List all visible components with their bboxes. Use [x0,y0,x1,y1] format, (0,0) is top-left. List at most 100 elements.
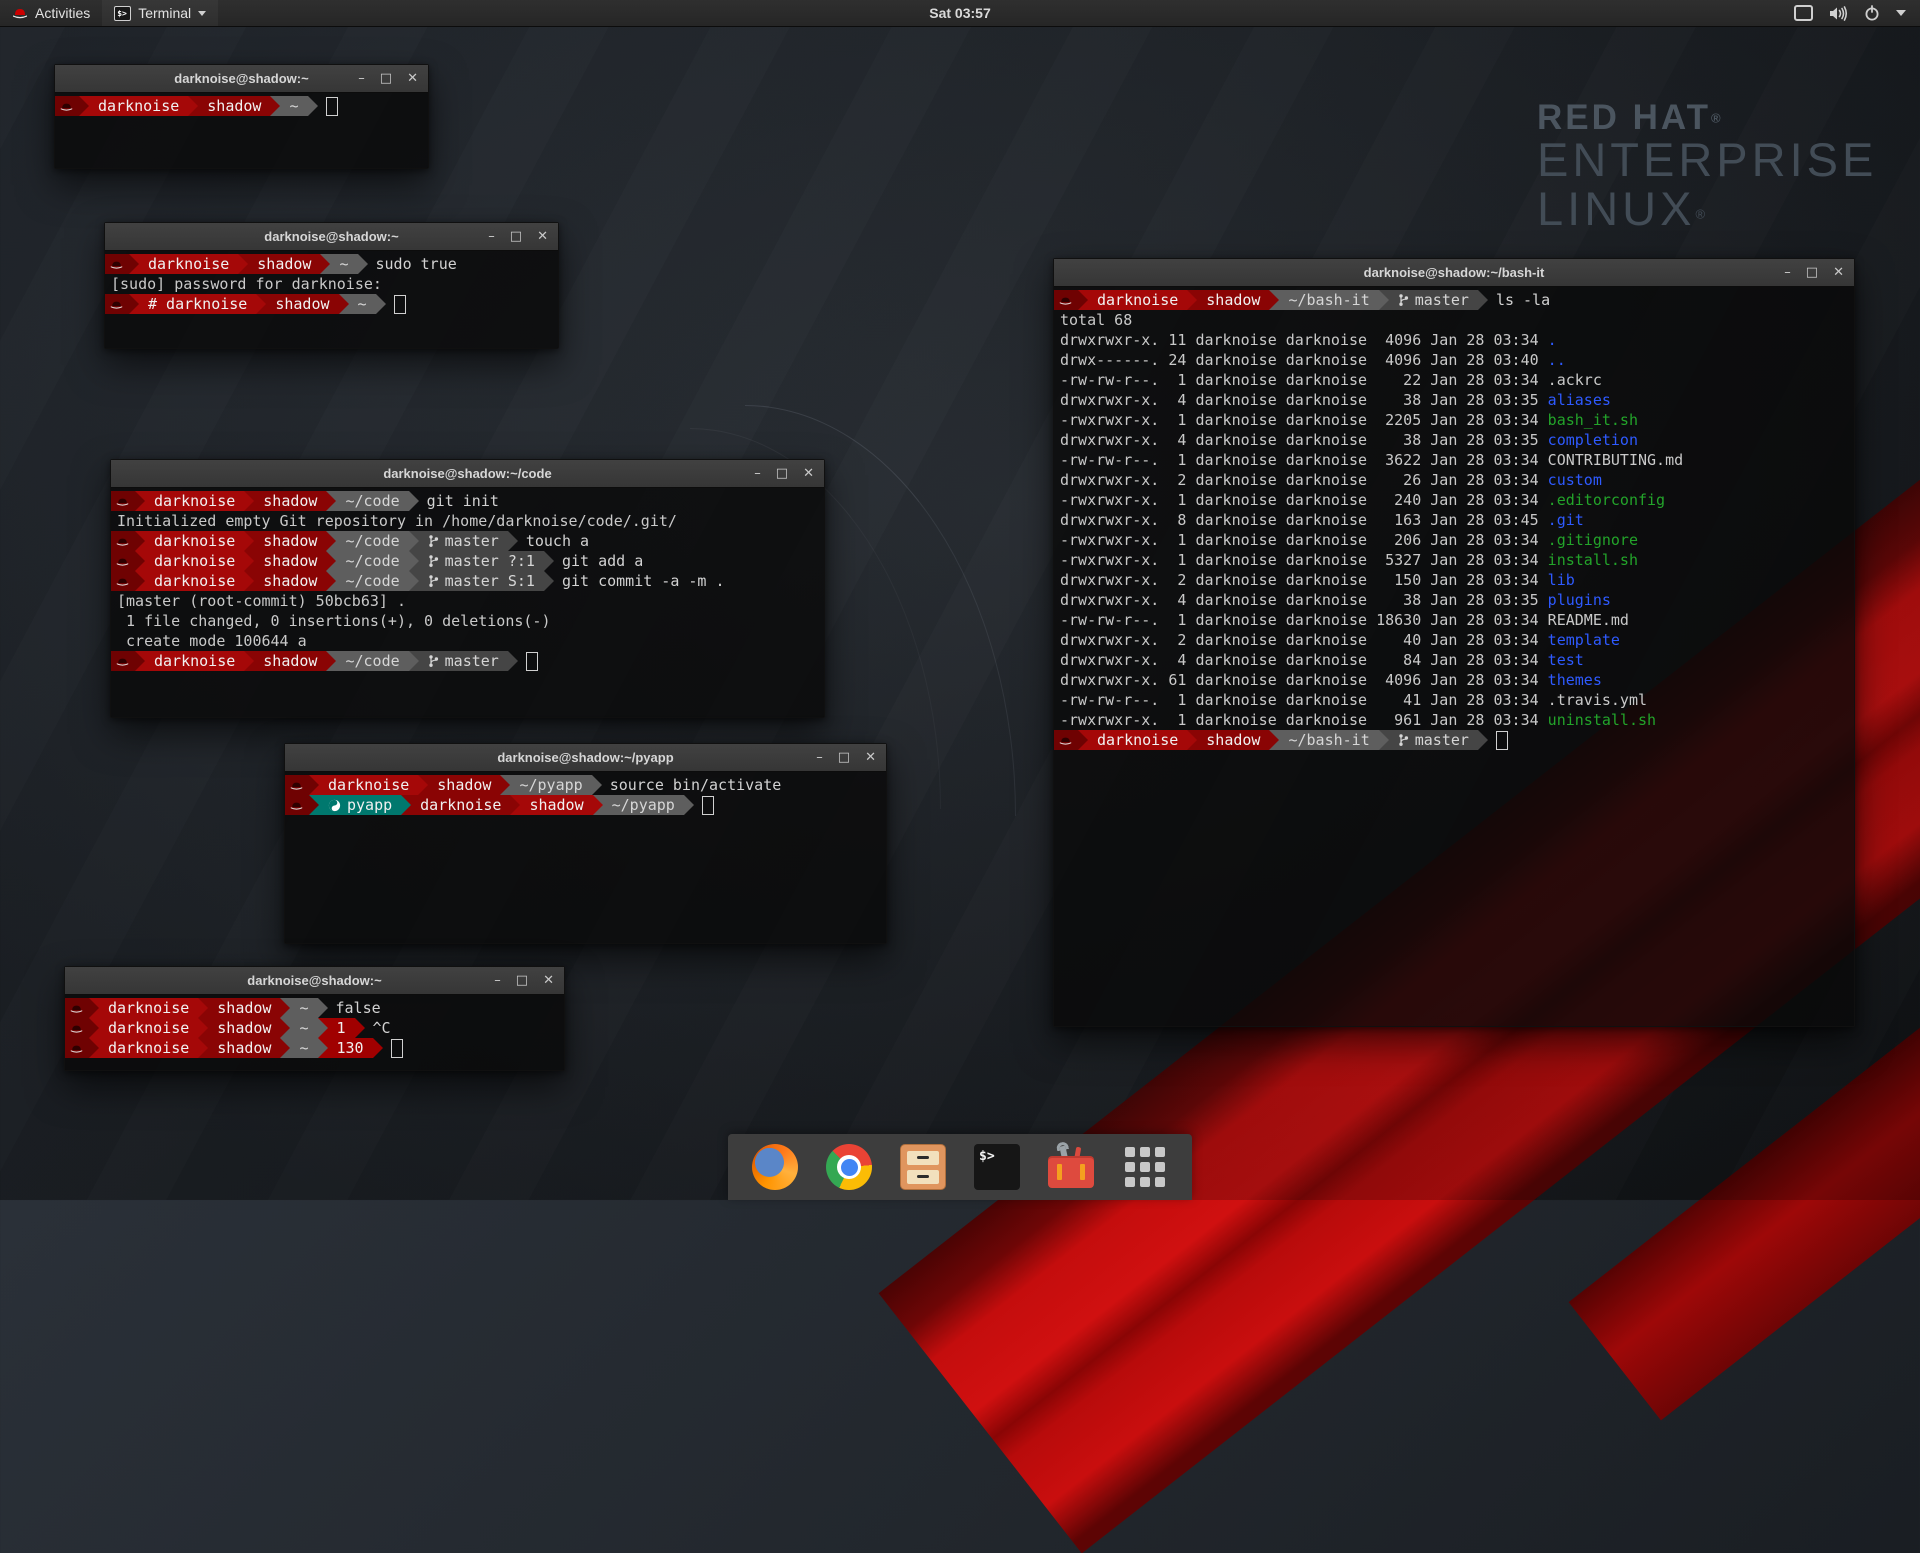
powerline-separator [135,491,145,511]
titlebar[interactable]: darknoise@shadow:~ –□✕ [65,967,564,995]
terminal-icon[interactable]: $> [974,1144,1020,1190]
chrome-icon[interactable] [826,1144,872,1190]
git-branch-icon [428,654,439,668]
files-icon[interactable] [900,1144,946,1190]
close-button[interactable]: ✕ [407,72,418,85]
terminal-content[interactable]: darknoiseshadow~ [55,92,428,168]
powerline-separator [592,775,602,795]
file-name: .travis.yml [1548,690,1647,710]
minimize-button[interactable]: – [816,751,823,764]
output-text: [master (root-commit) 50bcb63] . [111,591,406,611]
maximize-button[interactable]: □ [776,467,788,480]
powerline-separator [376,294,386,314]
terminal-content[interactable]: darknoiseshadow~falsedarknoiseshadow~1^C… [65,994,564,1070]
terminal-window-code[interactable]: darknoise@shadow:~/code –□✕ darknoisesha… [110,459,825,718]
terminal-content[interactable]: darknoiseshadow~sudo true[sudo] password… [105,250,558,348]
redhat-icon [290,800,303,811]
terminal-line: darknoiseshadow~1^C [65,1018,564,1038]
file-meta: -rwxrwxr-x. 1 darknoise darknoise 206 Ja… [1054,530,1548,550]
terminal-line: darknoiseshadow~false [65,998,564,1018]
power-icon[interactable] [1864,5,1880,21]
brand-line2: ENTERPRISE [1537,136,1877,185]
file-name: . [1548,330,1557,350]
prompt-segment-host: shadow [254,491,326,511]
display-icon[interactable] [1794,5,1813,21]
redhat-icon [116,656,129,667]
titlebar[interactable]: darknoise@shadow:~ – □ ✕ [105,223,558,251]
terminal-line: [sudo] password for darknoise: [105,274,558,294]
minimize-button[interactable]: – [488,230,495,243]
file-meta: drwxrwxr-x. 4 darknoise darknoise 38 Jan… [1054,430,1548,450]
firefox-icon[interactable] [752,1144,798,1190]
system-status-area[interactable] [1788,0,1912,26]
powerline-separator [326,551,336,571]
file-meta: -rwxrwxr-x. 1 darknoise darknoise 240 Ja… [1054,490,1548,510]
maximize-button[interactable]: □ [380,72,392,85]
prompt-segment-git: master ?:1 [419,551,544,571]
terminal-content[interactable]: darknoiseshadow~/pyappsource bin/activat… [285,771,886,943]
prompt-segment-hat [111,651,135,671]
chevron-down-icon[interactable] [1896,10,1906,16]
command-text: git add a [554,551,643,571]
close-button[interactable]: ✕ [537,230,548,243]
minimize-button[interactable]: – [494,974,501,987]
powerline-separator [309,775,319,795]
redhat-branding: RED HAT® ENTERPRISE LINUX® [1537,100,1877,234]
terminal-window-home-1[interactable]: darknoise@shadow:~ –□✕ darknoiseshadow~ [54,64,429,169]
brand-line1: RED HAT [1537,98,1711,137]
titlebar[interactable]: darknoise@shadow:~/bash-it –□✕ [1054,259,1854,287]
titlebar[interactable]: darknoise@shadow:~ –□✕ [55,65,428,93]
file-name: plugins [1548,590,1611,610]
file-name: custom [1548,470,1602,490]
file-meta: -rw-rw-r--. 1 darknoise darknoise 18630 … [1054,610,1548,630]
output-text: create mode 100644 a [111,631,307,651]
terminal-window-home-3[interactable]: darknoise@shadow:~ –□✕ darknoiseshadow~f… [64,966,565,1071]
toolbox-icon[interactable] [1048,1144,1094,1190]
file-meta: -rwxrwxr-x. 1 darknoise darknoise 5327 J… [1054,550,1548,570]
close-button[interactable]: ✕ [1833,266,1844,279]
app-menu-terminal[interactable]: $> Terminal [102,0,218,26]
prompt-segment-host: shadow [208,1038,280,1058]
close-button[interactable]: ✕ [865,751,876,764]
prompt-segment-status: 130 [328,1038,373,1058]
activities-button[interactable]: Activities [0,0,102,26]
clock[interactable]: Sat 03:57 [929,5,990,21]
maximize-button[interactable]: □ [1806,266,1818,279]
terminal-line: -rw-rw-r--. 1 darknoise darknoise 41 Jan… [1054,690,1854,710]
terminal-line: drwxrwxr-x. 2 darknoise darknoise 40 Jan… [1054,630,1854,650]
titlebar[interactable]: darknoise@shadow:~/code –□✕ [111,460,824,488]
terminal-window-pyapp[interactable]: darknoise@shadow:~/pyapp –□✕ darknoisesh… [284,743,887,944]
terminal-line: drwxrwxr-x. 4 darknoise darknoise 38 Jan… [1054,390,1854,410]
file-name: template [1548,630,1620,650]
minimize-button[interactable]: – [754,467,761,480]
terminal-line: darknoiseshadow~/codemastertouch a [111,531,824,551]
terminal-window-home-2[interactable]: darknoise@shadow:~ – □ ✕ darknoiseshadow~s… [104,222,559,349]
file-meta: -rwxrwxr-x. 1 darknoise darknoise 961 Ja… [1054,710,1548,730]
maximize-button[interactable]: □ [516,974,528,987]
terminal-line: darknoiseshadow~sudo true [105,254,558,274]
app-grid-icon[interactable] [1122,1144,1168,1190]
prompt-segment-git: master [1389,290,1478,310]
terminal-content[interactable]: darknoiseshadow~/codegit initInitialized… [111,487,824,717]
close-button[interactable]: ✕ [543,974,554,987]
window-title: darknoise@shadow:~ [264,229,398,244]
maximize-button[interactable]: □ [838,751,850,764]
terminal-content[interactable]: darknoiseshadow~/bash-itmasterls -latota… [1054,286,1854,1026]
top-bar: Activities $> Terminal Sat 03:57 [0,0,1920,27]
minimize-button[interactable]: – [358,72,365,85]
titlebar[interactable]: darknoise@shadow:~/pyapp –□✕ [285,744,886,772]
powerline-separator [1379,290,1389,310]
prompt-segment-user: # darknoise [139,294,256,314]
terminal-window-bashit[interactable]: darknoise@shadow:~/bash-it –□✕ darknoise… [1053,258,1855,1027]
terminal-line: darknoiseshadow~/codemaster S:1git commi… [111,571,824,591]
file-name: .editorconfig [1548,490,1665,510]
maximize-button[interactable]: □ [510,230,522,243]
volume-icon[interactable] [1829,6,1848,21]
minimize-button[interactable]: – [1784,266,1791,279]
powerline-separator [79,96,89,116]
terminal-line: -rw-rw-r--. 1 darknoise darknoise 18630 … [1054,610,1854,630]
close-button[interactable]: ✕ [803,467,814,480]
powerline-separator [508,531,518,551]
terminal-line: drwx------. 24 darknoise darknoise 4096 … [1054,350,1854,370]
file-name: themes [1548,670,1602,690]
